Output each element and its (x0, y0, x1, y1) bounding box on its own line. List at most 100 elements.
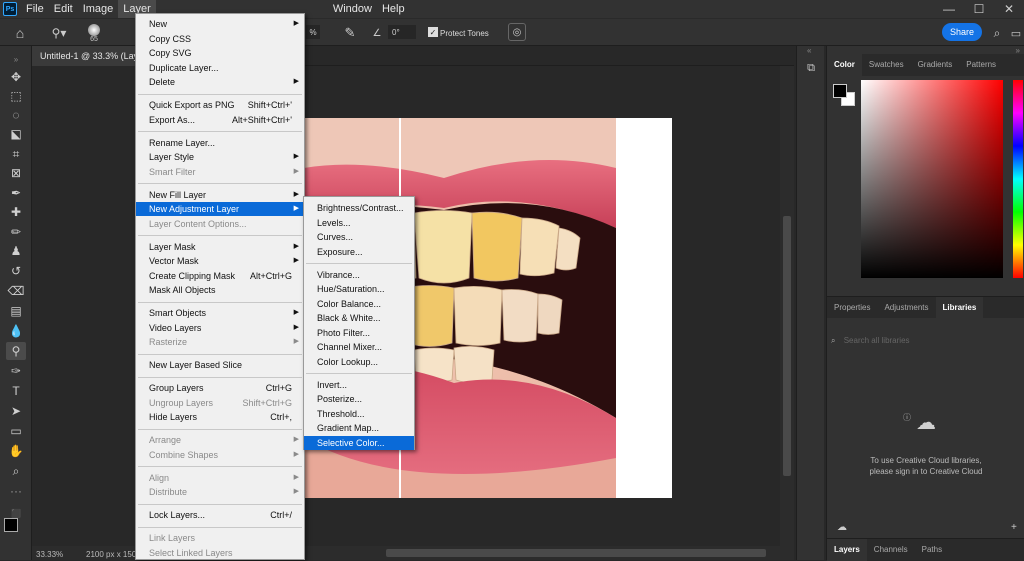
menu-item-delete[interactable]: Delete ▶ (136, 75, 304, 89)
menu-item-layer-mask[interactable]: Layer Mask ▶ (136, 240, 304, 254)
vertical-scrollbar[interactable] (780, 66, 794, 546)
eraser-tool-icon[interactable]: ⌫ (6, 282, 26, 300)
menu-item-color-balance[interactable]: Color Balance... (304, 297, 414, 311)
document-tab[interactable]: Untitled-1 @ 33.3% (Lay (32, 46, 147, 66)
horizontal-scroll-thumb[interactable] (386, 549, 766, 557)
menu-item-lock-layers[interactable]: Lock Layers... Ctrl+/ (136, 508, 304, 522)
dodge-tool-icon[interactable]: ⚲ (6, 342, 26, 360)
angle-field[interactable]: 0° (388, 25, 416, 39)
protect-tones-checkbox[interactable]: ✓ (428, 27, 438, 37)
menu-item-new[interactable]: New ▶ (136, 17, 304, 31)
hand-tool-icon[interactable]: ✋ (6, 442, 26, 460)
tab-adjustments[interactable]: Adjustments (877, 297, 935, 319)
dodge-tool-preset-icon[interactable]: ⚲▾ (46, 23, 72, 43)
menu-item-hue-saturation[interactable]: Hue/Saturation... (304, 282, 414, 296)
marquee-tool-icon[interactable]: ⬚ (6, 87, 26, 105)
menu-file[interactable]: File (21, 0, 49, 18)
expand-panels-icon[interactable]: « (807, 46, 811, 55)
exposure-field[interactable]: % (306, 25, 320, 39)
pen-tool-icon[interactable]: ✑ (6, 362, 26, 380)
menu-item-new-layer-based-slice[interactable]: New Layer Based Slice (136, 358, 304, 372)
tab-gradients[interactable]: Gradients (911, 54, 960, 76)
menu-item-create-clipping-mask[interactable]: Create Clipping Mask Alt+Ctrl+G (136, 269, 304, 283)
menu-item-selective-color[interactable]: Selective Color... (304, 435, 414, 450)
menu-item-posterize[interactable]: Posterize... (304, 392, 414, 406)
healing-brush-tool-icon[interactable]: ✚ (6, 203, 26, 221)
menu-item-smart-objects[interactable]: Smart Objects ▶ (136, 306, 304, 320)
airbrush-icon[interactable]: ✎ (340, 23, 360, 43)
menu-item-color-lookup[interactable]: Color Lookup... (304, 355, 414, 369)
cloud-sync-icon[interactable]: ☁ (837, 522, 847, 533)
menu-item-new-adjustment-layer[interactable]: New Adjustment Layer ▶ (136, 202, 304, 216)
menu-item-exposure[interactable]: Exposure... (304, 245, 414, 259)
menu-item-levels[interactable]: Levels... (304, 216, 414, 230)
add-library-icon[interactable]: + (1011, 522, 1017, 533)
search-icon[interactable]: ⌕ (988, 23, 1006, 43)
clone-stamp-tool-icon[interactable]: ♟ (6, 242, 26, 260)
menu-item-group-layers[interactable]: Group Layers Ctrl+G (136, 381, 304, 395)
move-tool-icon[interactable]: ✥ (6, 68, 26, 86)
home-icon[interactable]: ⌂ (10, 23, 30, 43)
menu-item-vibrance[interactable]: Vibrance... (304, 268, 414, 282)
tab-channels[interactable]: Channels (867, 539, 915, 561)
history-panel-icon[interactable]: ⧉ (803, 62, 819, 78)
menu-item-gradient-map[interactable]: Gradient Map... (304, 421, 414, 435)
color-foreground-swatch[interactable] (833, 84, 847, 98)
more-tools-icon[interactable]: ··· (6, 482, 26, 500)
menu-item-brightness-contrast[interactable]: Brightness/Contrast... (304, 201, 414, 215)
blur-tool-icon[interactable]: 💧 (6, 322, 26, 340)
menu-item-copy-svg[interactable]: Copy SVG (136, 46, 304, 60)
menu-item-black-white[interactable]: Black & White... (304, 311, 414, 325)
tab-libraries[interactable]: Libraries (935, 297, 984, 319)
maximize-icon[interactable]: ☐ (964, 0, 994, 18)
menu-item-channel-mixer[interactable]: Channel Mixer... (304, 340, 414, 354)
tab-properties[interactable]: Properties (827, 297, 877, 319)
brush-tool-icon[interactable]: ✏ (6, 223, 26, 241)
menu-item-hide-layers[interactable]: Hide Layers Ctrl+, (136, 410, 304, 424)
frame-tool-icon[interactable]: ⊠ (6, 164, 26, 182)
menu-item-mask-all-objects[interactable]: Mask All Objects (136, 283, 304, 297)
zoom-level[interactable]: 33.33% (36, 550, 63, 559)
libraries-search[interactable]: ⌕ Search all libraries (831, 332, 1021, 350)
tab-paths[interactable]: Paths (915, 539, 949, 561)
menu-item-copy-css[interactable]: Copy CSS (136, 32, 304, 46)
vertical-scroll-thumb[interactable] (783, 216, 791, 476)
rectangle-tool-icon[interactable]: ▭ (6, 422, 26, 440)
menu-item-vector-mask[interactable]: Vector Mask ▶ (136, 254, 304, 268)
path-selection-tool-icon[interactable]: ➤ (6, 402, 26, 420)
tab-patterns[interactable]: Patterns (959, 54, 1003, 76)
menu-item-rename-layer[interactable]: Rename Layer... (136, 136, 304, 150)
menu-help[interactable]: Help (377, 0, 410, 18)
menu-window[interactable]: Window (328, 0, 377, 18)
pressure-size-icon[interactable]: ◎ (508, 23, 526, 41)
tab-layers[interactable]: Layers (827, 539, 867, 561)
brush-preset-picker[interactable]: 65 (84, 20, 104, 46)
eyedropper-tool-icon[interactable]: ✒ (6, 184, 26, 202)
menu-item-video-layers[interactable]: Video Layers ▶ (136, 321, 304, 335)
history-brush-tool-icon[interactable]: ↺ (6, 262, 26, 280)
share-button[interactable]: Share (942, 23, 982, 41)
crop-tool-icon[interactable]: ⌗ (6, 145, 26, 163)
close-icon[interactable]: ✕ (994, 0, 1024, 18)
foreground-color-swatch[interactable] (4, 518, 18, 532)
minimize-icon[interactable]: — (934, 0, 964, 18)
menu-item-threshold[interactable]: Threshold... (304, 407, 414, 421)
color-field[interactable] (861, 80, 1003, 278)
workspace-icon[interactable]: ▭ (1008, 23, 1024, 43)
collapse-icon[interactable]: » (6, 50, 26, 68)
type-tool-icon[interactable]: T (6, 382, 26, 400)
menu-edit[interactable]: Edit (49, 0, 78, 18)
menu-item-invert[interactable]: Invert... (304, 378, 414, 392)
object-selection-tool-icon[interactable]: ⬕ (6, 125, 26, 143)
hue-slider[interactable] (1013, 80, 1023, 278)
menu-item-layer-style[interactable]: Layer Style ▶ (136, 150, 304, 164)
gradient-tool-icon[interactable]: ▤ (6, 302, 26, 320)
menu-item-curves[interactable]: Curves... (304, 230, 414, 244)
menu-item-quick-export-as-png[interactable]: Quick Export as PNG Shift+Ctrl+' (136, 98, 304, 112)
lasso-tool-icon[interactable]: ◌ (6, 106, 26, 124)
tab-swatches[interactable]: Swatches (862, 54, 911, 76)
zoom-tool-icon[interactable]: ⌕ (6, 462, 26, 480)
menu-item-export-as[interactable]: Export As... Alt+Shift+Ctrl+' (136, 113, 304, 127)
menu-item-new-fill-layer[interactable]: New Fill Layer ▶ (136, 188, 304, 202)
tab-color[interactable]: Color (827, 54, 862, 76)
